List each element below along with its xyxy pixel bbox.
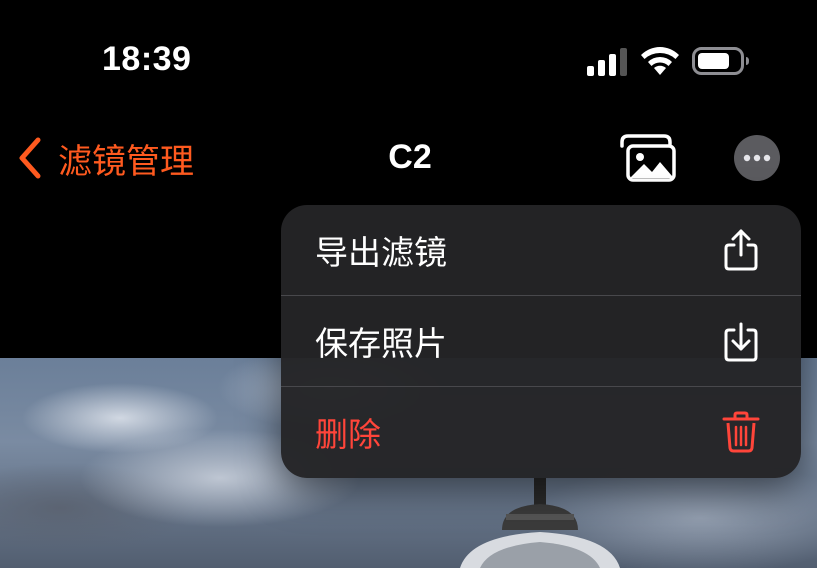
menu-item-export-filter[interactable]: 导出滤镜	[281, 205, 801, 295]
trash-icon	[722, 411, 760, 453]
menu-item-label: 导出滤镜	[315, 233, 447, 272]
more-icon	[743, 154, 771, 162]
page-title: C2	[388, 138, 432, 176]
save-to-device-icon	[724, 322, 758, 362]
menu-item-label: 保存照片	[315, 324, 447, 363]
more-options-button[interactable]	[734, 135, 780, 181]
app-screen: 18:39 滤镜管理 C2 导出滤镜 保存照片 删除	[0, 0, 817, 568]
back-button-label: 滤镜管理	[58, 141, 194, 182]
chevron-left-icon	[19, 137, 41, 179]
wifi-icon	[641, 47, 679, 75]
lamp-post-image	[460, 478, 620, 568]
cellular-signal-icon	[587, 48, 627, 76]
battery-icon	[692, 47, 749, 75]
menu-item-label: 删除	[315, 415, 381, 454]
menu-item-save-photo[interactable]: 保存照片	[281, 296, 801, 386]
menu-item-delete[interactable]: 删除	[281, 387, 801, 477]
back-button[interactable]: 滤镜管理	[16, 134, 194, 182]
share-icon	[724, 229, 758, 271]
status-time: 18:39	[102, 40, 192, 78]
photos-icon[interactable]	[616, 132, 678, 184]
context-menu: 导出滤镜 保存照片 删除	[281, 205, 801, 478]
